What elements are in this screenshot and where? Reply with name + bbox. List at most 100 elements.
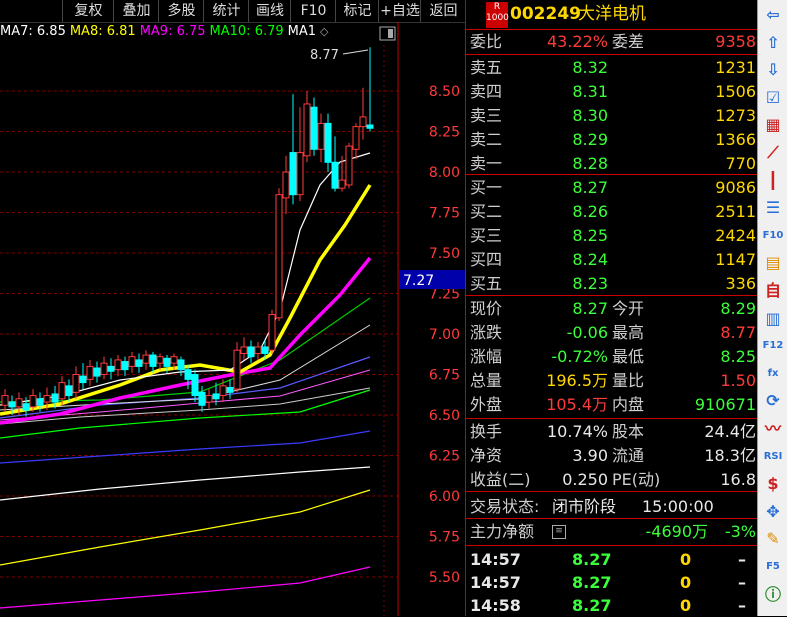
sell-price: 8.32 xyxy=(572,58,608,77)
tick-time: 14:57 xyxy=(470,573,521,592)
buy-label: 买四 xyxy=(470,250,503,269)
current-price-tag: 7.27 xyxy=(403,273,434,289)
menu-item-7[interactable]: +自选 xyxy=(378,0,421,22)
candle-down xyxy=(135,359,143,367)
arrow-up-icon[interactable]: ⇧ xyxy=(761,32,785,54)
buy-label: 买二 xyxy=(470,202,503,221)
list-icon[interactable]: ☰ xyxy=(761,197,785,219)
price-axis-label: 5.75 xyxy=(429,530,460,546)
main-flow-detail-icon[interactable]: ≡ xyxy=(552,525,566,539)
candlestick-icon[interactable]: ┃ xyxy=(761,170,785,192)
refresh-icon[interactable]: ⟳ xyxy=(761,390,785,412)
price-axis-label: 6.75 xyxy=(429,368,460,384)
menu-item-0[interactable]: 复权 xyxy=(62,0,114,22)
sell-volume: 1366 xyxy=(715,130,756,149)
menu-item-6[interactable]: 标记 xyxy=(335,0,379,22)
candle-up xyxy=(338,179,346,189)
sell-label: 卖四 xyxy=(470,82,503,101)
candle-up xyxy=(359,116,367,128)
ma-line-long-2 xyxy=(0,489,371,566)
quote-label: 最低 xyxy=(612,347,645,366)
buy-volume: 336 xyxy=(725,274,756,293)
kline-chart[interactable]: 8.508.258.007.757.507.257.006.756.506.25… xyxy=(0,22,465,616)
quote-label: 最高 xyxy=(612,323,645,342)
checklist-icon[interactable]: ☑ xyxy=(761,87,785,109)
f10-icon[interactable]: F10 xyxy=(761,225,785,247)
buy-label: 买五 xyxy=(470,274,503,293)
wave-icon[interactable]: 〰 xyxy=(761,418,785,440)
quote-row: 涨幅 -0.72% 最低 8.25 xyxy=(466,345,758,368)
ma-line-long-3 xyxy=(0,566,371,609)
tick-volume: 0 xyxy=(680,596,692,615)
dollar-icon[interactable]: $ xyxy=(761,473,785,495)
rsi-icon[interactable]: RSI xyxy=(761,446,785,468)
candle-up xyxy=(142,354,150,364)
candle-down xyxy=(261,346,269,354)
menu-item-3[interactable]: 统计 xyxy=(203,0,249,22)
r-badge-top: R xyxy=(493,2,501,12)
sell-volume: 1273 xyxy=(715,106,756,125)
panel-toggle-icon-inner xyxy=(388,29,393,38)
price-axis-label: 8.50 xyxy=(429,84,460,100)
doc-icon[interactable]: ▤ xyxy=(761,252,785,274)
candle-down xyxy=(324,122,332,163)
sell-price: 8.29 xyxy=(572,130,608,149)
sell-volume: 1506 xyxy=(715,82,756,101)
sell-row: 卖二 8.29 1366 xyxy=(466,128,758,151)
f12-icon[interactable]: F12 xyxy=(761,335,785,357)
menu-item-2[interactable]: 多股 xyxy=(158,0,204,22)
f5-icon[interactable]: F5 xyxy=(761,556,785,578)
quote-value: 196.5万 xyxy=(546,371,608,390)
candle-up xyxy=(114,359,122,371)
ma-line-long-1 xyxy=(0,466,371,501)
diamond-icon[interactable]: ◇ xyxy=(320,25,328,38)
menu-item-1[interactable]: 叠加 xyxy=(113,0,159,22)
quote-value: 105.4万 xyxy=(546,395,608,414)
candle-down xyxy=(121,361,129,371)
fundamental-value: 10.74% xyxy=(546,422,608,441)
candle-down xyxy=(22,403,30,411)
quote-label: 今开 xyxy=(612,299,645,318)
buy-volume: 2424 xyxy=(715,226,756,245)
arrow-left-icon[interactable]: ⇦ xyxy=(761,4,785,26)
candle-down xyxy=(226,386,234,393)
fundamental-value: 24.4亿 xyxy=(704,422,756,441)
self-select-icon[interactable]: 自 xyxy=(761,280,785,302)
move-icon[interactable]: ✥ xyxy=(761,501,785,523)
book-icon[interactable]: ▥ xyxy=(761,308,785,330)
sell-label: 卖二 xyxy=(470,130,503,149)
price-axis-label: 6.25 xyxy=(429,449,460,465)
quote-row: 现价 8.27 今开 8.29 xyxy=(466,297,758,320)
candle-up xyxy=(86,365,94,380)
chart-menu-bar: 复权 叠加 多股 统计 画线 F10 标记 +自选 返回 xyxy=(0,0,465,23)
grid-table-icon[interactable]: ▦ xyxy=(761,114,785,136)
candle-down xyxy=(51,393,59,403)
price-axis-label: 7.75 xyxy=(429,206,460,222)
fundamental-label: 股本 xyxy=(612,422,645,441)
line-chart-icon[interactable]: ⟋ xyxy=(761,142,785,164)
menu-item-4[interactable]: 画线 xyxy=(248,0,291,22)
arrow-down-icon[interactable]: ⇩ xyxy=(761,59,785,81)
candle-up xyxy=(205,395,213,403)
buy-volume: 9086 xyxy=(715,178,756,197)
fundamental-label: 净资 xyxy=(470,446,503,465)
quote-label: 总量 xyxy=(470,371,503,390)
info-icon[interactable]: ⓘ xyxy=(761,584,785,606)
pencil-icon[interactable]: ✎ xyxy=(761,528,785,550)
candle-down xyxy=(149,354,157,367)
fundamental-label: 收益(二) xyxy=(470,470,531,489)
tick-row: 14:57 8.27 0 – xyxy=(466,571,758,594)
quote-value: -0.72% xyxy=(551,347,608,366)
quote-row: 外盘 105.4万 内盘 910671 xyxy=(466,393,758,416)
fundamental-value: 3.90 xyxy=(572,446,608,465)
menu-item-5[interactable]: F10 xyxy=(290,0,336,22)
quote-label: 涨幅 xyxy=(470,347,503,366)
quote-row: 涨跌 -0.06 最高 8.77 xyxy=(466,321,758,344)
formula-icon[interactable]: fx xyxy=(761,363,785,385)
price-axis-label: 7.00 xyxy=(429,327,460,343)
price-axis-label: 7.50 xyxy=(429,246,460,262)
menu-item-8[interactable]: 返回 xyxy=(420,0,466,22)
sell-label: 卖一 xyxy=(470,154,503,173)
main-flow-row: 主力净额 ≡ -4690万 -3% xyxy=(466,520,758,543)
buy-label: 买一 xyxy=(470,178,503,197)
